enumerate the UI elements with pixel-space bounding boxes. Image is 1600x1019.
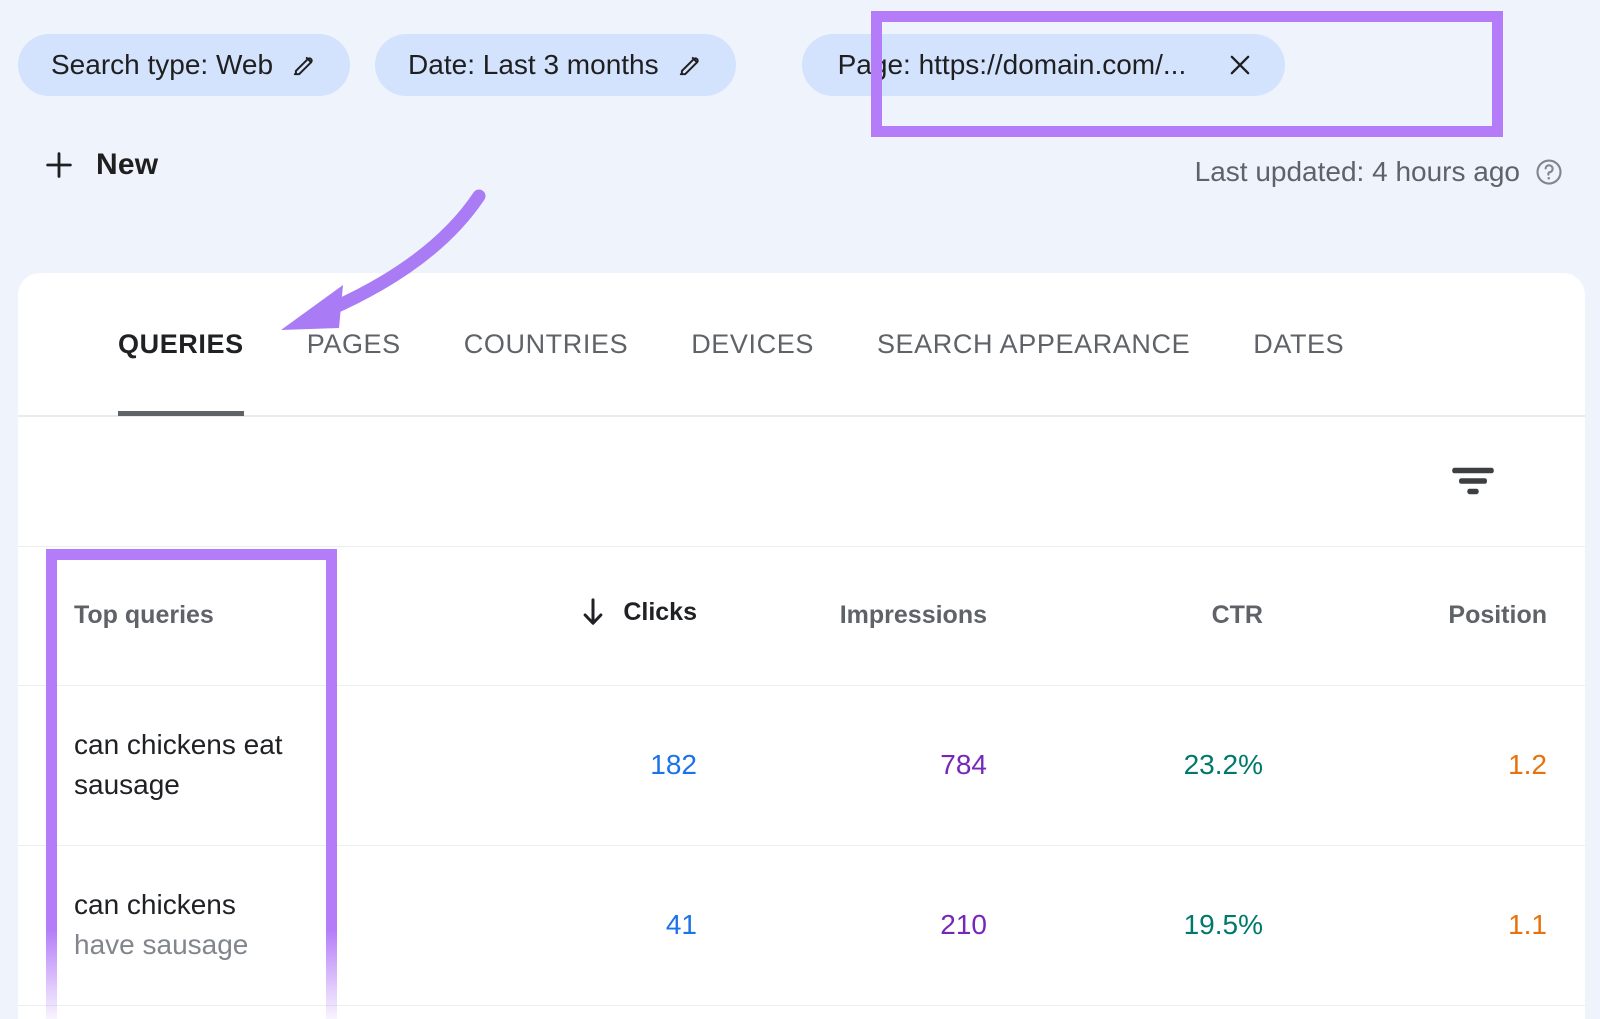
column-header-position-label: Position [1448, 601, 1547, 629]
cell-clicks: 182 [438, 685, 703, 845]
queries-table: Top queries Clicks Im [18, 547, 1585, 1006]
query-text-line-2: sausage [74, 765, 438, 805]
query-text-line-1: can chickens [74, 885, 438, 925]
last-updated-status: Last updated: 4 hours ago [1195, 156, 1564, 188]
cell-position: 1.2 [1293, 685, 1585, 845]
table-header-row: Top queries Clicks Im [18, 547, 1585, 685]
table-toolbar [18, 417, 1585, 547]
tab-devices-label: DEVICES [691, 329, 814, 360]
column-header-top-queries-label: Top queries [74, 601, 214, 629]
tab-dates-label: DATES [1253, 329, 1344, 360]
cell-ctr: 19.5% [1013, 845, 1293, 1005]
cell-position: 1.1 [1293, 845, 1585, 1005]
query-text-line-1: can chickens eat [74, 725, 438, 765]
filter-chip-date[interactable]: Date: Last 3 months [375, 34, 736, 96]
column-header-ctr[interactable]: CTR [1013, 547, 1293, 685]
filter-chip-search-type[interactable]: Search type: Web [18, 34, 350, 96]
plus-icon [42, 148, 76, 182]
cell-impressions: 210 [703, 845, 1013, 1005]
new-filter-button[interactable]: New [42, 148, 158, 182]
tab-countries[interactable]: COUNTRIES [464, 273, 628, 416]
column-header-ctr-label: CTR [1212, 601, 1263, 629]
column-header-top-queries[interactable]: Top queries [18, 547, 438, 685]
filter-chip-row: Search type: Web Date: Last 3 months Pag… [0, 0, 1600, 130]
report-dimension-tabs: QUERIES PAGES COUNTRIES DEVICES SEARCH A… [18, 273, 1585, 417]
arrow-down-icon [581, 597, 605, 627]
performance-report-card: QUERIES PAGES COUNTRIES DEVICES SEARCH A… [18, 273, 1585, 1019]
cell-clicks: 41 [438, 845, 703, 1005]
column-header-position[interactable]: Position [1293, 547, 1585, 685]
secondary-toolbar-row: New Last updated: 4 hours ago [0, 130, 1600, 220]
tab-queries-label: QUERIES [118, 329, 244, 360]
tab-search-appearance-label: SEARCH APPEARANCE [877, 329, 1190, 360]
column-header-clicks[interactable]: Clicks [438, 547, 703, 685]
new-filter-button-label: New [96, 148, 158, 182]
table-filter-button[interactable] [1443, 453, 1503, 509]
last-updated-text: Last updated: 4 hours ago [1195, 156, 1520, 188]
queries-table-body: can chickens eat sausage 182 784 23.2% 1… [18, 685, 1585, 1005]
help-icon[interactable] [1534, 157, 1564, 187]
tab-queries[interactable]: QUERIES [118, 273, 244, 416]
cell-impressions: 784 [703, 685, 1013, 845]
close-icon[interactable] [1226, 51, 1254, 79]
column-header-impressions[interactable]: Impressions [703, 547, 1013, 685]
query-text-line-2: have sausage [74, 925, 438, 965]
pencil-icon[interactable] [677, 52, 703, 78]
tab-search-appearance[interactable]: SEARCH APPEARANCE [877, 273, 1190, 416]
cell-query: can chickens eat sausage [18, 685, 438, 845]
queries-table-head: Top queries Clicks Im [18, 547, 1585, 685]
tab-devices[interactable]: DEVICES [691, 273, 814, 416]
pencil-icon[interactable] [291, 52, 317, 78]
app-root: Search type: Web Date: Last 3 months Pag… [0, 0, 1600, 1019]
filter-chip-page[interactable]: Page: https://domain.com/... [802, 34, 1286, 96]
tab-pages-label: PAGES [307, 329, 401, 360]
filter-chip-date-label: Date: Last 3 months [408, 51, 659, 79]
tab-pages[interactable]: PAGES [307, 273, 401, 416]
cell-ctr: 23.2% [1013, 685, 1293, 845]
table-row[interactable]: can chickens have sausage 41 210 19.5% 1… [18, 845, 1585, 1005]
tab-countries-label: COUNTRIES [464, 329, 628, 360]
filter-chip-search-type-label: Search type: Web [51, 51, 273, 79]
cell-query: can chickens have sausage [18, 845, 438, 1005]
tab-dates[interactable]: DATES [1253, 273, 1344, 416]
column-header-impressions-label: Impressions [840, 601, 987, 629]
filter-chip-page-label: Page: https://domain.com/... [838, 51, 1187, 79]
column-header-clicks-label: Clicks [623, 598, 697, 627]
table-row[interactable]: can chickens eat sausage 182 784 23.2% 1… [18, 685, 1585, 845]
filter-icon [1450, 464, 1496, 498]
